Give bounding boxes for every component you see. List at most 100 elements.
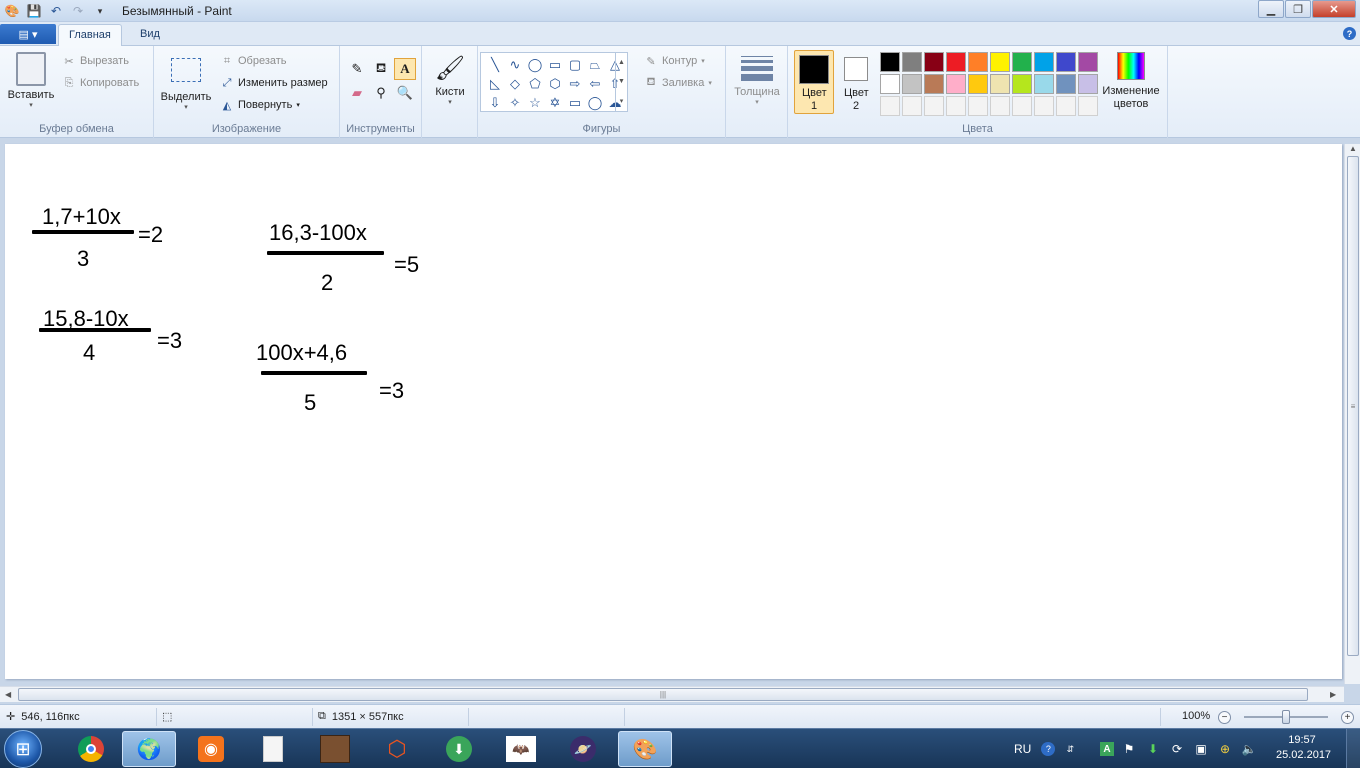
vertical-scrollbar[interactable]: ▲ ≡ [1344,144,1360,684]
start-button[interactable]: ⊞ [4,730,42,768]
planet-app-icon[interactable]: 🪐 [556,731,610,767]
undo-icon[interactable]: ↶ [48,3,64,19]
custom-color-slot[interactable] [1012,96,1032,116]
palette-swatch[interactable] [902,74,922,94]
customize-qat-icon[interactable]: ▾ [92,3,108,19]
custom-color-slot[interactable] [990,96,1010,116]
help-icon[interactable]: ? [1343,27,1356,40]
file-menu-button[interactable]: ▤ ▾ [0,24,56,44]
save-icon[interactable]: 💾 [26,3,42,19]
zoom-slider-thumb[interactable] [1282,710,1290,724]
scroll-up-icon[interactable]: ▲ [1349,144,1357,153]
palette-swatch[interactable] [946,52,966,72]
palette-swatch[interactable] [1012,52,1032,72]
curve-shape-icon[interactable]: ∿ [505,55,525,74]
palette-swatch[interactable] [1012,74,1032,94]
color2-button[interactable]: Цвет 2 [836,50,876,114]
custom-color-slot[interactable] [968,96,988,116]
custom-color-slot[interactable] [880,96,900,116]
paste-button[interactable]: Вставить ▾ [6,52,56,109]
paint-taskbar-icon[interactable]: 🎨 [618,731,672,767]
help-tray-icon[interactable]: ? [1041,742,1056,756]
palette-swatch[interactable] [924,74,944,94]
five-point-star-shape-icon[interactable]: ☆ [525,93,545,112]
four-point-star-shape-icon[interactable]: ✧ [505,93,525,112]
down-arrow-shape-icon[interactable]: ⇩ [485,93,505,112]
six-point-star-shape-icon[interactable]: ✡ [545,93,565,112]
custom-color-slot[interactable] [1056,96,1076,116]
line-shape-icon[interactable]: ╲ [485,55,505,74]
rounded-rectangle-shape-icon[interactable]: ▢ [565,55,585,74]
vertical-scroll-thumb[interactable]: ≡ [1347,156,1359,656]
palette-swatch[interactable] [902,52,922,72]
photo-app-icon[interactable] [308,731,362,767]
sync-tray-icon[interactable]: ⟳ [1168,740,1186,758]
close-button[interactable]: ✕ [1312,0,1356,18]
horizontal-scrollbar[interactable]: ◀ ||| ▶ [0,686,1344,702]
crop-button[interactable]: ⌗ Обрезать [220,54,287,68]
palette-swatch[interactable] [1034,52,1054,72]
color1-button[interactable]: Цвет 1 [794,50,834,114]
shapes-scroll[interactable]: ▲ ▼ ▾ [615,53,627,111]
zoom-out-button[interactable]: − [1218,711,1231,724]
download-tray-icon[interactable]: ⬇ [1144,740,1162,758]
custom-color-slot[interactable] [1078,96,1098,116]
thickness-button[interactable]: Толщина ▾ [732,52,782,106]
palette-swatch[interactable] [1056,52,1076,72]
globe-app-icon[interactable]: 🌍 [122,731,176,767]
pencil-icon[interactable]: ✎ [346,58,368,80]
volume-icon[interactable]: 🔈 [1240,740,1258,758]
pentagon-shape-icon[interactable]: ⬠ [525,74,545,93]
palette-swatch[interactable] [968,74,988,94]
palette-swatch[interactable] [1078,74,1098,94]
palette-swatch[interactable] [968,52,988,72]
palette-swatch[interactable] [1056,74,1076,94]
hexagon-shape-icon[interactable]: ⬡ [545,74,565,93]
diamond-shape-icon[interactable]: ◇ [505,74,525,93]
tray-arrows-icon[interactable]: ⇵ [1061,740,1079,758]
oval-shape-icon[interactable]: ◯ [525,55,545,74]
polygon-shape-icon[interactable]: ⏢ [585,55,605,74]
show-desktop-button[interactable] [1346,729,1360,768]
custom-color-slot[interactable] [902,96,922,116]
zoom-in-button[interactable]: + [1341,711,1354,724]
redo-icon[interactable]: ↷ [70,3,86,19]
rotate-button[interactable]: ◭ Повернуть ▾ [220,98,300,112]
clock[interactable]: 19:57 25.02.2017 [1276,733,1331,763]
drawing-canvas[interactable]: 1,7+10x 3 =2 16,3-100x 2 =5 15,8-10x 4 =… [5,144,1342,679]
right-triangle-shape-icon[interactable]: ◺ [485,74,505,93]
palette-swatch[interactable] [880,74,900,94]
palette-swatch[interactable] [880,52,900,72]
color-picker-icon[interactable]: ⚲ [370,82,392,104]
batman-app-icon[interactable]: 🦇 [494,731,548,767]
minimize-button[interactable]: ▁ [1258,0,1284,18]
custom-color-slot[interactable] [924,96,944,116]
restore-button[interactable]: ❐ [1285,0,1311,18]
tab-view[interactable]: Вид [130,24,170,46]
fill-bucket-icon[interactable]: ⛾ [370,58,392,80]
palette-swatch[interactable] [990,74,1010,94]
odnoklassniki-app-icon[interactable]: ◉ [184,731,238,767]
palette-swatch[interactable] [1034,74,1054,94]
brushes-button[interactable]: 🖌 Кисти ▾ [428,52,472,106]
language-indicator[interactable]: RU [1014,742,1031,756]
palette-swatch[interactable] [924,52,944,72]
tab-home[interactable]: Главная [58,24,122,46]
chrome-app-icon[interactable] [64,731,118,767]
scroll-left-icon[interactable]: ◀ [5,690,11,699]
document-app-icon[interactable] [246,731,300,767]
copy-button[interactable]: ⎘ Копировать [62,76,140,90]
flag-tray-icon[interactable]: ⚑ [1120,740,1138,758]
paint-app-icon[interactable]: 🎨 [4,3,20,19]
network-tray-icon[interactable]: ▣ [1192,740,1210,758]
scroll-right-icon[interactable]: ▶ [1330,690,1336,699]
horizontal-scroll-thumb[interactable]: ||| [18,688,1308,701]
resize-button[interactable]: ⤢ Изменить размер [220,76,328,90]
rectangle-shape-icon[interactable]: ▭ [545,55,565,74]
left-arrow-shape-icon[interactable]: ⇦ [585,74,605,93]
custom-color-slot[interactable] [946,96,966,116]
ubuntu-app-icon[interactable]: ⬡ [370,731,424,767]
plus-tray-icon[interactable]: ⊕ [1216,740,1234,758]
custom-color-slot[interactable] [1034,96,1054,116]
cut-button[interactable]: ✂ Вырезать [62,54,129,68]
